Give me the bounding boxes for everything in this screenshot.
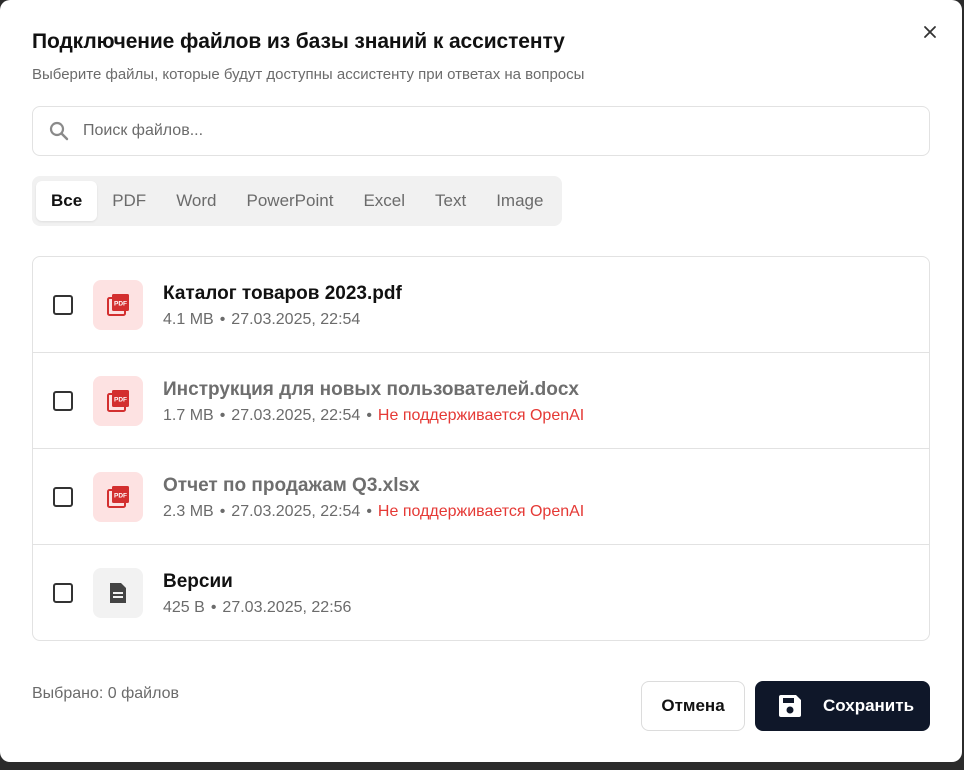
file-row[interactable]: PDF Отчет по продажам Q3.xlsx 2.3 MB • 27.… — [33, 449, 929, 545]
search-box — [32, 106, 930, 156]
unsupported-warning: Не поддерживается OpenAI — [377, 503, 585, 520]
pdf-icon: PDF — [93, 376, 143, 426]
dialog-title: Подключение файлов из базы знаний к асси… — [32, 30, 565, 53]
separator-dot: • — [366, 503, 372, 520]
pdf-icon: PDF — [93, 280, 143, 330]
close-icon — [924, 26, 936, 38]
file-date: 27.03.2025, 22:54 — [231, 311, 361, 328]
file-checkbox[interactable] — [53, 487, 73, 507]
tab-word[interactable]: Word — [161, 181, 231, 221]
save-button[interactable]: Сохранить — [755, 681, 930, 731]
close-button[interactable] — [916, 18, 944, 46]
unsupported-warning: Не поддерживается OpenAI — [377, 407, 585, 424]
selected-count: Выбрано: 0 файлов — [32, 685, 180, 702]
svg-text:PDF: PDF — [114, 301, 127, 308]
tab-all[interactable]: Все — [36, 181, 98, 221]
save-button-label: Сохранить — [823, 696, 915, 715]
file-checkbox[interactable] — [53, 583, 73, 603]
file-name: Отчет по продажам Q3.xlsx — [163, 475, 420, 496]
svg-text:PDF: PDF — [114, 493, 127, 500]
file-size: 2.3 MB — [163, 503, 214, 520]
file-meta: 2.3 MB • 27.03.2025, 22:54 • Не поддерживает… — [163, 503, 584, 521]
file-meta: 1.7 MB • 27.03.2025, 22:54 • Не поддерживает… — [163, 407, 584, 425]
file-checkbox[interactable] — [53, 295, 73, 315]
svg-text:PDF: PDF — [114, 397, 127, 404]
file-size: 4.1 MB — [163, 311, 214, 328]
file-size: 1.7 MB — [163, 407, 214, 424]
file-meta: 425 B • 27.03.2025, 22:56 — [163, 599, 351, 617]
search-input[interactable] — [83, 108, 913, 154]
save-icon — [779, 695, 801, 717]
tab-powerpoint[interactable]: PowerPoint — [232, 181, 349, 221]
pdf-icon: PDF — [93, 472, 143, 522]
file-name: Каталог товаров 2023.pdf — [163, 283, 402, 304]
dialog-subtitle: Выберите файлы, которые будут доступны а… — [32, 66, 585, 83]
file-meta: 4.1 MB • 27.03.2025, 22:54 — [163, 311, 360, 329]
separator-dot: • — [219, 503, 226, 520]
document-icon — [93, 568, 143, 618]
file-row[interactable]: Версии 425 B • 27.03.2025, 22:56 — [33, 545, 929, 640]
cancel-button[interactable]: Отмена — [641, 681, 745, 731]
file-size: 425 B — [163, 599, 205, 616]
file-date: 27.03.2025, 22:54 — [231, 407, 361, 424]
file-type-tabs: Все PDF Word PowerPoint Excel Text Image — [32, 176, 563, 226]
search-icon — [49, 121, 69, 141]
file-list: PDF Каталог товаров 2023.pdf 4.1 MB • 27.0… — [32, 256, 930, 641]
connect-files-dialog: Подключение файлов из базы знаний к асси… — [0, 0, 962, 762]
tab-image[interactable]: Image — [481, 181, 558, 221]
file-name: Инструкция для новых пользователей.docx — [163, 379, 579, 400]
separator-dot: • — [219, 407, 226, 424]
separator-dot: • — [366, 407, 372, 424]
file-row[interactable]: PDF Инструкция для новых пользователей.d… — [33, 353, 929, 449]
file-date: 27.03.2025, 22:56 — [222, 599, 352, 616]
separator-dot: • — [210, 599, 217, 616]
separator-dot: • — [219, 311, 226, 328]
file-name: Версии — [163, 571, 233, 592]
file-row[interactable]: PDF Каталог товаров 2023.pdf 4.1 MB • 27.0… — [33, 257, 929, 353]
tab-excel[interactable]: Excel — [348, 181, 420, 221]
file-checkbox[interactable] — [53, 391, 73, 411]
tab-pdf[interactable]: PDF — [97, 181, 161, 221]
tab-text[interactable]: Text — [420, 181, 481, 221]
file-date: 27.03.2025, 22:54 — [231, 503, 361, 520]
